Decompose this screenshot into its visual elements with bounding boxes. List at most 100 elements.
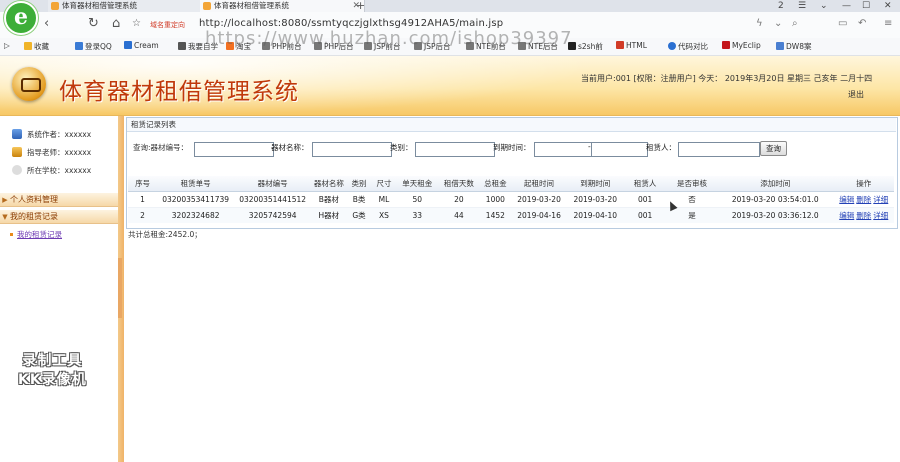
school-info: 所在学校：xxxxxx [12, 165, 91, 176]
browser-logo-icon: e [4, 1, 38, 35]
submenu-my-rentals[interactable]: 我的租赁记录 [10, 229, 62, 240]
search-button[interactable]: 查询 [760, 141, 787, 156]
dropdown-icon[interactable]: ⌄ [774, 18, 782, 29]
col-header: 到期时间 [567, 176, 624, 192]
col-header: 操作 [833, 176, 894, 192]
col-header: 器材名称 [311, 176, 347, 192]
home-icon[interactable]: ⌂ [112, 16, 120, 31]
app-logo-icon [12, 67, 46, 101]
cell: H器材 [311, 207, 347, 223]
col-header: 租赁单号 [157, 176, 235, 192]
cell: 2019-03-20 [567, 191, 624, 208]
table-header-row: 序号 租赁单号 器材编号 器材名称 类别 尺寸 单天租金 租借天数 总租金 起租… [128, 176, 894, 192]
logout-link[interactable]: 退出 [848, 89, 864, 100]
cell: 是 [667, 207, 717, 223]
cell: 50 [396, 191, 439, 208]
menu-personal-profile[interactable]: ▶ 个人资料管理 [0, 193, 118, 207]
detail-link[interactable]: 详细 [873, 211, 888, 220]
edit-link[interactable]: 编辑 [839, 195, 854, 204]
due-date-end-input[interactable] [591, 142, 648, 157]
renter-input[interactable] [678, 142, 760, 157]
col-header: 是否审核 [667, 176, 717, 192]
bookmark-1[interactable]: 登录QQ [75, 41, 112, 52]
new-tab-button[interactable]: + [356, 0, 365, 12]
chevron-right-icon: ▶ [2, 196, 8, 204]
bullet-icon [10, 233, 13, 236]
window-menu-icon[interactable]: ☰ [798, 0, 806, 12]
search-icon[interactable]: ⌕ [792, 18, 798, 29]
window-minimize-icon[interactable]: — [842, 0, 851, 12]
bookmark-14[interactable]: MyEclip [722, 41, 761, 50]
search-row: 查询:器材编号： [133, 143, 189, 152]
reader-icon[interactable]: ▭ [838, 18, 847, 29]
cell: 2 [128, 207, 158, 223]
secure-label: 域名重定向 [150, 21, 185, 29]
action-cell: 编辑 删除 详细 [833, 207, 894, 223]
user-info: 当前用户:001 [权限：注册用户] 今天： 2019年3月20日 星期三 己亥… [581, 74, 873, 83]
cell: 2019-04-16 [510, 207, 568, 223]
col-header: 单天租金 [396, 176, 439, 192]
rental-table: 序号 租赁单号 器材编号 器材名称 类别 尺寸 单天租金 租借天数 总租金 起租… [128, 176, 894, 223]
bookmark-11[interactable]: s2sh前 [568, 41, 603, 52]
col-header: 添加时间 [716, 176, 834, 192]
equipment-no-input[interactable] [194, 142, 274, 157]
tab-title: 体育器材租借管理系统 [214, 1, 289, 10]
col-header: 类别 [346, 176, 372, 192]
col-header: 序号 [128, 176, 158, 192]
bookmark-2[interactable]: Cream [124, 41, 159, 50]
cell: 1452 [479, 207, 511, 223]
bookmark-15[interactable]: DW8案 [776, 41, 811, 52]
menu-my-rentals[interactable]: ▼ 我的租赁记录 [0, 210, 118, 224]
undo-icon[interactable]: ↶ [858, 18, 866, 29]
category-input[interactable] [415, 142, 495, 157]
cell: B器材 [311, 191, 347, 208]
col-header: 尺寸 [371, 176, 397, 192]
col-header: 租赁人 [623, 176, 668, 192]
window-close-icon[interactable]: ✕ [884, 0, 892, 12]
col-header: 起租时间 [510, 176, 568, 192]
bookmark-13[interactable]: 代码对比 [668, 41, 708, 52]
cell: 3205742594 [234, 207, 312, 223]
due-date-start-input[interactable] [534, 142, 592, 157]
table-row: 1 03200353411739 03200351441512 B器材 B类 M… [128, 191, 894, 208]
bookmark-sidebar-icon[interactable]: ▷ [4, 41, 10, 50]
edit-link[interactable]: 编辑 [839, 211, 854, 220]
category-label: 类别： [390, 143, 413, 152]
bookmark-12[interactable]: HTML [616, 41, 647, 50]
tab-favicon [203, 2, 211, 10]
equipment-name-label: 器材名称： [271, 143, 309, 152]
cell: 20 [438, 191, 480, 208]
equipment-name-input[interactable] [312, 142, 392, 157]
renter-label: 租赁人： [646, 143, 676, 152]
app-title: 体育器材租借管理系统 [59, 79, 299, 105]
bookmark-0[interactable]: 收藏 [24, 41, 49, 52]
cell: 03200351441512 [234, 191, 312, 208]
lightning-icon[interactable]: ϟ [756, 18, 763, 29]
refresh-icon[interactable]: ↻ [88, 16, 99, 31]
window-maximize-icon[interactable]: ☐ [862, 0, 870, 12]
cell: ML [371, 191, 397, 208]
cell: 001 [623, 191, 668, 208]
cell: 1 [128, 191, 158, 208]
cell: 2019-03-20 03:36:12.0 [716, 207, 834, 223]
cell: 2019-04-10 [567, 207, 624, 223]
detail-link[interactable]: 详细 [873, 195, 888, 204]
table-row: 2 3202324682 3205742594 H器材 G类 XS 33 44 … [128, 207, 894, 223]
tab-counter[interactable]: 2 [778, 0, 784, 12]
window-collapse-icon[interactable]: ⌄ [820, 0, 828, 12]
cell: B类 [346, 191, 372, 208]
recorder-watermark: 录制工具 KK录像机 [18, 353, 87, 388]
cell: G类 [346, 207, 372, 223]
sidebar-splitter[interactable] [118, 258, 122, 318]
browser-tab-2[interactable]: 体育器材租借管理系统 ✕ [200, 0, 365, 12]
browser-tab-1[interactable]: 体育器材租借管理系统 [48, 0, 213, 12]
menu-icon[interactable]: ≡ [884, 18, 892, 29]
teacher-info: 指导老师：xxxxxx [12, 147, 91, 158]
total-rent: 共计总租金:2452.0； [128, 230, 202, 239]
delete-link[interactable]: 删除 [856, 195, 871, 204]
tab-title: 体育器材租借管理系统 [62, 1, 137, 10]
back-icon[interactable]: ‹ [44, 16, 49, 31]
col-header: 器材编号 [234, 176, 312, 192]
delete-link[interactable]: 删除 [856, 211, 871, 220]
bookmark-star-icon[interactable]: ☆ [132, 18, 141, 29]
